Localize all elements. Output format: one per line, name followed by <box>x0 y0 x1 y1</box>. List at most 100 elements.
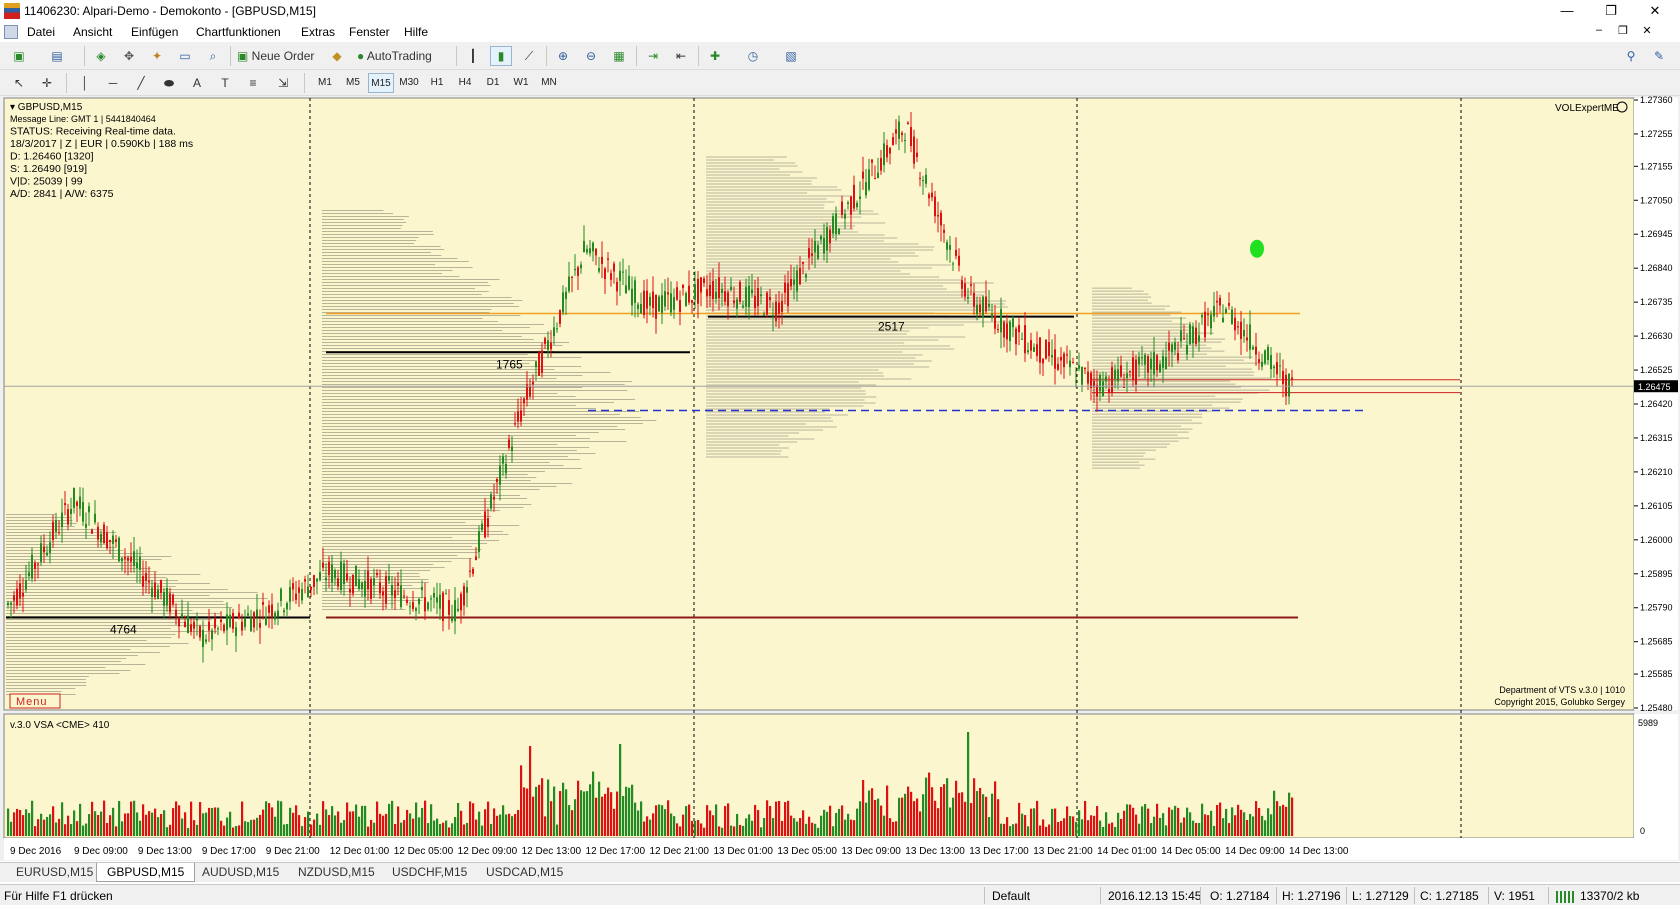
candle-body <box>412 602 414 609</box>
arrows-icon[interactable]: ⇲ <box>272 73 294 93</box>
candle-body <box>1033 347 1035 352</box>
ellipse-icon[interactable]: ⬬ <box>158 73 180 93</box>
timeframe-m15[interactable]: M15 <box>368 73 394 93</box>
volume-bar <box>721 827 724 836</box>
search-icon[interactable]: ⚲ <box>1620 46 1642 66</box>
menu-datei[interactable]: Datei <box>27 25 55 39</box>
navigator-icon[interactable]: ✦ <box>146 46 168 66</box>
copyright-line: Department of VTS v.3.0 | 1010 <box>1499 685 1625 695</box>
timeframe-h4[interactable]: H4 <box>452 73 478 93</box>
vertical-line-icon[interactable]: │ <box>74 73 96 93</box>
gbpusd-chart[interactable]: 4764 1765 2517 1.27360 1.27255 1.27155 1.2705… <box>0 95 1680 861</box>
candle-body <box>85 523 87 528</box>
autotrading-button[interactable]: ● AutoTrading <box>356 46 448 66</box>
metaeditor-icon[interactable]: ◆ <box>326 46 348 66</box>
status-low: L: 1.27129 <box>1352 889 1409 903</box>
minimize-button[interactable]: — <box>1544 0 1590 22</box>
tab-audusd[interactable]: AUDUSD,M15 <box>192 863 289 882</box>
child-minimize-button[interactable]: – <box>1590 24 1608 40</box>
volume-bar <box>724 806 727 836</box>
time-tick-label: 12 Dec 13:00 <box>522 846 582 857</box>
tab-eurusd[interactable]: EURUSD,M15 <box>6 863 103 882</box>
timeframe-m1[interactable]: M1 <box>312 73 338 93</box>
crosshair-icon[interactable]: ✛ <box>36 73 58 93</box>
tile-windows-icon[interactable]: ▦ <box>608 46 630 66</box>
timeframe-h1[interactable]: H1 <box>424 73 450 93</box>
menu-fenster[interactable]: Fenster <box>349 25 390 39</box>
profiles-icon[interactable]: ▤ <box>46 46 68 66</box>
volume-bar <box>745 818 748 836</box>
timeframe-w1[interactable]: W1 <box>508 73 534 93</box>
data-window-icon[interactable]: ✥ <box>118 46 140 66</box>
volume-bar <box>433 820 436 836</box>
bar-chart-icon[interactable]: ┃ <box>462 46 484 66</box>
candle-body <box>1009 321 1011 342</box>
timeframe-d1[interactable]: D1 <box>480 73 506 93</box>
candle-body <box>709 284 711 297</box>
new-chart-icon[interactable]: ▣ <box>8 46 30 66</box>
menu-extras[interactable]: Extras <box>301 25 335 39</box>
child-restore-button[interactable]: ❐ <box>1614 24 1632 40</box>
templates-icon[interactable]: ▧ <box>780 46 802 66</box>
tab-nzdusd[interactable]: NZDUSD,M15 <box>288 863 385 882</box>
market-watch-icon[interactable]: ◈ <box>90 46 112 66</box>
volume-bar <box>1126 804 1129 836</box>
candle-body <box>187 615 189 633</box>
text-label-icon[interactable]: T <box>214 73 236 93</box>
menu-chartfunktionen[interactable]: Chartfunktionen <box>196 25 281 39</box>
timeframe-mn[interactable]: MN <box>536 73 562 93</box>
indicators-icon[interactable]: ✚ <box>704 46 726 66</box>
close-button[interactable]: ✕ <box>1632 0 1678 22</box>
zoom-out-icon[interactable]: ⊖ <box>580 46 602 66</box>
terminal-icon[interactable]: ▭ <box>174 46 196 66</box>
volume-bar <box>1105 812 1108 836</box>
volume-bar <box>892 821 895 836</box>
volume-bar <box>94 811 97 836</box>
menu-ansicht[interactable]: Ansicht <box>73 25 112 39</box>
price-tick-label: 1.26000 <box>1640 535 1673 545</box>
timeframe-m30[interactable]: M30 <box>396 73 422 93</box>
trendline-icon[interactable]: ╱ <box>130 73 152 93</box>
time-tick-label: 12 Dec 09:00 <box>458 846 518 857</box>
volume-bar <box>1135 814 1138 836</box>
line-chart-icon[interactable]: ⟋ <box>518 46 540 66</box>
periods-icon[interactable]: ◷ <box>742 46 764 66</box>
candlestick-icon[interactable]: ▮ <box>490 46 512 66</box>
volume-bar <box>760 827 763 836</box>
volume-bar <box>466 822 469 836</box>
candle-body <box>508 439 510 448</box>
candle-body <box>880 157 882 171</box>
child-close-button[interactable]: ✕ <box>1638 24 1656 40</box>
child-window-icon[interactable] <box>4 25 18 39</box>
text-icon[interactable]: A <box>186 73 208 93</box>
new-order-button[interactable]: ▣ Neue Order <box>236 46 318 66</box>
auto-scroll-icon[interactable]: ⇥ <box>642 46 664 66</box>
zoom-in-icon[interactable]: ⊕ <box>552 46 574 66</box>
title-bar: 11406230: Alpari-Demo - Demokonto - [GBP… <box>0 0 1680 22</box>
volume-bar <box>628 787 631 836</box>
tab-gbpusd[interactable]: GBPUSD,M15 <box>96 863 196 882</box>
candle-body <box>493 496 495 500</box>
candle-body <box>463 586 465 606</box>
candle-body <box>751 289 753 294</box>
restore-button[interactable]: ❐ <box>1588 0 1634 22</box>
community-icon[interactable]: ✎ <box>1648 46 1670 66</box>
tab-usdcad[interactable]: USDCAD,M15 <box>476 863 573 882</box>
candle-body <box>316 578 318 582</box>
fibonacci-icon[interactable]: ≡ <box>242 73 264 93</box>
candle-body <box>637 304 639 309</box>
strategy-tester-icon[interactable]: ⌕ <box>202 46 224 66</box>
volume-bar <box>130 801 133 836</box>
volume-bar <box>100 811 103 836</box>
tab-usdchf[interactable]: USDCHF,M15 <box>382 863 477 882</box>
cursor-icon[interactable]: ↖ <box>8 73 30 93</box>
timeframe-m5[interactable]: M5 <box>340 73 366 93</box>
candle-body <box>571 276 573 278</box>
menu-button[interactable]: Menu <box>16 696 48 708</box>
candle-body <box>1198 335 1200 342</box>
menu-einfuegen[interactable]: Einfügen <box>131 25 178 39</box>
candle-body <box>421 586 423 591</box>
horizontal-line-icon[interactable]: ─ <box>102 73 124 93</box>
menu-hilfe[interactable]: Hilfe <box>404 25 428 39</box>
chart-shift-icon[interactable]: ⇤ <box>670 46 692 66</box>
